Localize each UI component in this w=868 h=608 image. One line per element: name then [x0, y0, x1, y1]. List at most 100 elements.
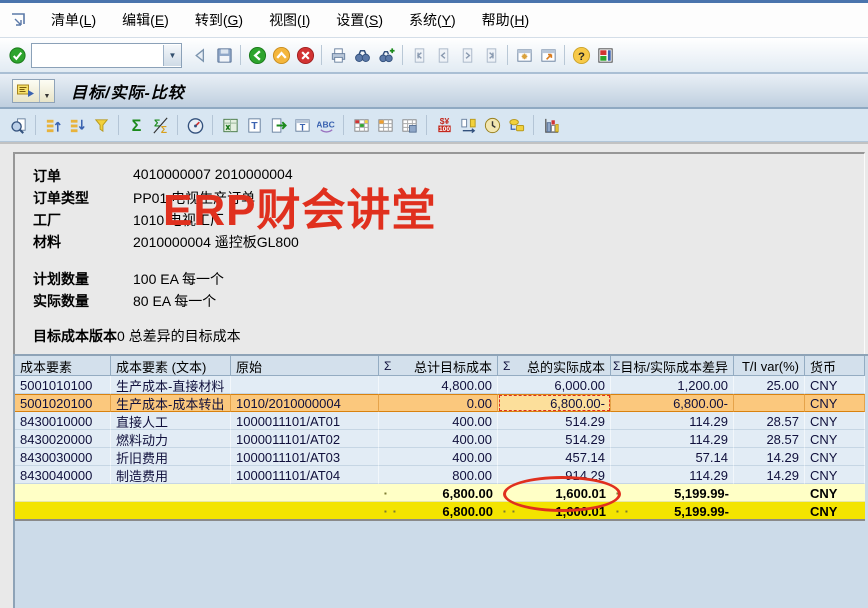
- prev-page-icon[interactable]: [431, 43, 455, 67]
- table-cell[interactable]: ▪5,199.99-: [611, 484, 734, 502]
- table-cell[interactable]: 800.00: [379, 466, 498, 484]
- table-cell[interactable]: 4,800.00: [379, 376, 498, 394]
- table-cell[interactable]: 25.00: [734, 376, 805, 394]
- save-icon[interactable]: [212, 43, 236, 67]
- table-row[interactable]: 8430040000制造费用1000011101/AT04800.00914.2…: [15, 466, 865, 484]
- table-cell[interactable]: 8430030000: [15, 448, 111, 466]
- column-header[interactable]: 成本要素: [15, 356, 111, 376]
- table-cell[interactable]: [111, 484, 231, 502]
- exit-icon[interactable]: [269, 43, 293, 67]
- print-preview-icon[interactable]: T: [290, 113, 314, 137]
- table-header-row[interactable]: 成本要素成本要素 (文本)原始Σ总计目标成本Σ总的实际成本Σ目标/实际成本差异T…: [15, 356, 865, 376]
- column-header[interactable]: T/I var(%): [734, 356, 805, 376]
- table-cell[interactable]: 1010/2010000004: [231, 394, 379, 412]
- table-cell[interactable]: CNY: [805, 430, 865, 448]
- table-row[interactable]: 8430020000燃料动力1000011101/AT02400.00514.2…: [15, 430, 865, 448]
- table-cell[interactable]: ▪ ▪5,199.99-: [611, 502, 734, 521]
- change-layout-icon[interactable]: [373, 113, 397, 137]
- table-cell[interactable]: 制造费用: [111, 466, 231, 484]
- menu-item-3[interactable]: 视图(I): [256, 6, 323, 34]
- table-cell[interactable]: 1000011101/AT02: [231, 430, 379, 448]
- help-icon[interactable]: ?: [569, 43, 593, 67]
- table-cell[interactable]: CNY: [805, 466, 865, 484]
- command-input[interactable]: [32, 46, 163, 65]
- table-cell[interactable]: 14.29: [734, 466, 805, 484]
- column-header[interactable]: Σ目标/实际成本差异: [611, 356, 734, 376]
- table-cell[interactable]: CNY: [805, 484, 865, 502]
- table-row-selected[interactable]: 5001020100生产成本-成本转出1010/20100000040.006,…: [15, 394, 865, 412]
- table-cell[interactable]: ▪ ▪6,800.00: [379, 502, 498, 521]
- column-header[interactable]: 成本要素 (文本): [111, 356, 231, 376]
- table-cell[interactable]: 514.29: [498, 430, 611, 448]
- table-cell[interactable]: CNY: [805, 502, 865, 521]
- abc-analysis-icon[interactable]: ABC: [314, 113, 338, 137]
- print-icon[interactable]: [326, 43, 350, 67]
- menu-item-6[interactable]: 帮助(H): [469, 6, 542, 34]
- services-icon[interactable]: [13, 81, 39, 101]
- layout-icon[interactable]: [349, 113, 373, 137]
- sort-asc-icon[interactable]: [41, 113, 65, 137]
- table-cell[interactable]: 生产成本-直接材料: [111, 376, 231, 394]
- back-triangle-icon[interactable]: [188, 43, 212, 67]
- table-cell[interactable]: [231, 484, 379, 502]
- menu-item-2[interactable]: 转到(G): [182, 6, 256, 34]
- table-cell[interactable]: [734, 394, 805, 412]
- save-layout-icon[interactable]: [397, 113, 421, 137]
- column-header[interactable]: Σ总计目标成本: [379, 356, 498, 376]
- menu-item-1[interactable]: 编辑(E): [109, 6, 182, 34]
- table-cell[interactable]: 57.14: [611, 448, 734, 466]
- customize-icon[interactable]: [593, 43, 617, 67]
- table-cell[interactable]: 1,200.00: [611, 376, 734, 394]
- word-export-icon[interactable]: T: [242, 113, 266, 137]
- excel-export-icon[interactable]: [218, 113, 242, 137]
- table-cell[interactable]: 6,800.00-: [611, 394, 734, 412]
- subtotal-icon[interactable]: ΣΣ: [148, 113, 172, 137]
- table-cell[interactable]: 生产成本-成本转出: [111, 394, 231, 412]
- table-cell[interactable]: 8430010000: [15, 412, 111, 430]
- clock-icon[interactable]: [480, 113, 504, 137]
- table-cell[interactable]: ▪6,800.00: [379, 484, 498, 502]
- column-swap-icon[interactable]: [456, 113, 480, 137]
- details-icon[interactable]: [6, 113, 30, 137]
- table-cell[interactable]: 400.00: [379, 448, 498, 466]
- table-cell[interactable]: [734, 484, 805, 502]
- table-cell[interactable]: 燃料动力: [111, 430, 231, 448]
- local-file-icon[interactable]: [266, 113, 290, 137]
- table-cell[interactable]: 114.29: [611, 412, 734, 430]
- performance-icon[interactable]: [183, 113, 207, 137]
- services-dropdown-icon[interactable]: ▼: [39, 80, 54, 102]
- subtotal-row[interactable]: ▪6,800.00▪1,600.01▪5,199.99-CNY: [15, 484, 865, 502]
- table-cell[interactable]: CNY: [805, 448, 865, 466]
- column-header[interactable]: Σ总的实际成本: [498, 356, 611, 376]
- menu-item-4[interactable]: 设置(S): [323, 6, 396, 34]
- table-cell[interactable]: CNY: [805, 394, 865, 412]
- table-cell[interactable]: 折旧费用: [111, 448, 231, 466]
- column-header[interactable]: 原始: [231, 356, 379, 376]
- table-cell[interactable]: 8430040000: [15, 466, 111, 484]
- last-page-icon[interactable]: [479, 43, 503, 67]
- table-cell[interactable]: 0.00: [379, 394, 498, 412]
- table-cell[interactable]: 514.29: [498, 412, 611, 430]
- sum-icon[interactable]: Σ: [124, 113, 148, 137]
- menu-item-0[interactable]: 清单(L): [38, 6, 109, 34]
- table-cell[interactable]: [231, 376, 379, 394]
- table-cell[interactable]: 5001010100: [15, 376, 111, 394]
- cells-icon[interactable]: [504, 113, 528, 137]
- table-cell[interactable]: 457.14: [498, 448, 611, 466]
- column-header[interactable]: 货币: [805, 356, 865, 376]
- table-cell[interactable]: 6,800.00-: [498, 394, 611, 412]
- table-cell[interactable]: 400.00: [379, 412, 498, 430]
- system-menu-icon[interactable]: [8, 10, 30, 30]
- table-row[interactable]: 8430030000折旧费用1000011101/AT03400.00457.1…: [15, 448, 865, 466]
- cancel-icon[interactable]: [293, 43, 317, 67]
- table-cell[interactable]: 8430020000: [15, 430, 111, 448]
- table-cell[interactable]: 1000011101/AT01: [231, 412, 379, 430]
- create-shortcut-icon[interactable]: [536, 43, 560, 67]
- find-icon[interactable]: [350, 43, 374, 67]
- table-cell[interactable]: 6,000.00: [498, 376, 611, 394]
- table-cell[interactable]: [734, 502, 805, 521]
- table-cell[interactable]: [111, 502, 231, 521]
- table-cell[interactable]: 1000011101/AT03: [231, 448, 379, 466]
- next-page-icon[interactable]: [455, 43, 479, 67]
- new-session-icon[interactable]: [512, 43, 536, 67]
